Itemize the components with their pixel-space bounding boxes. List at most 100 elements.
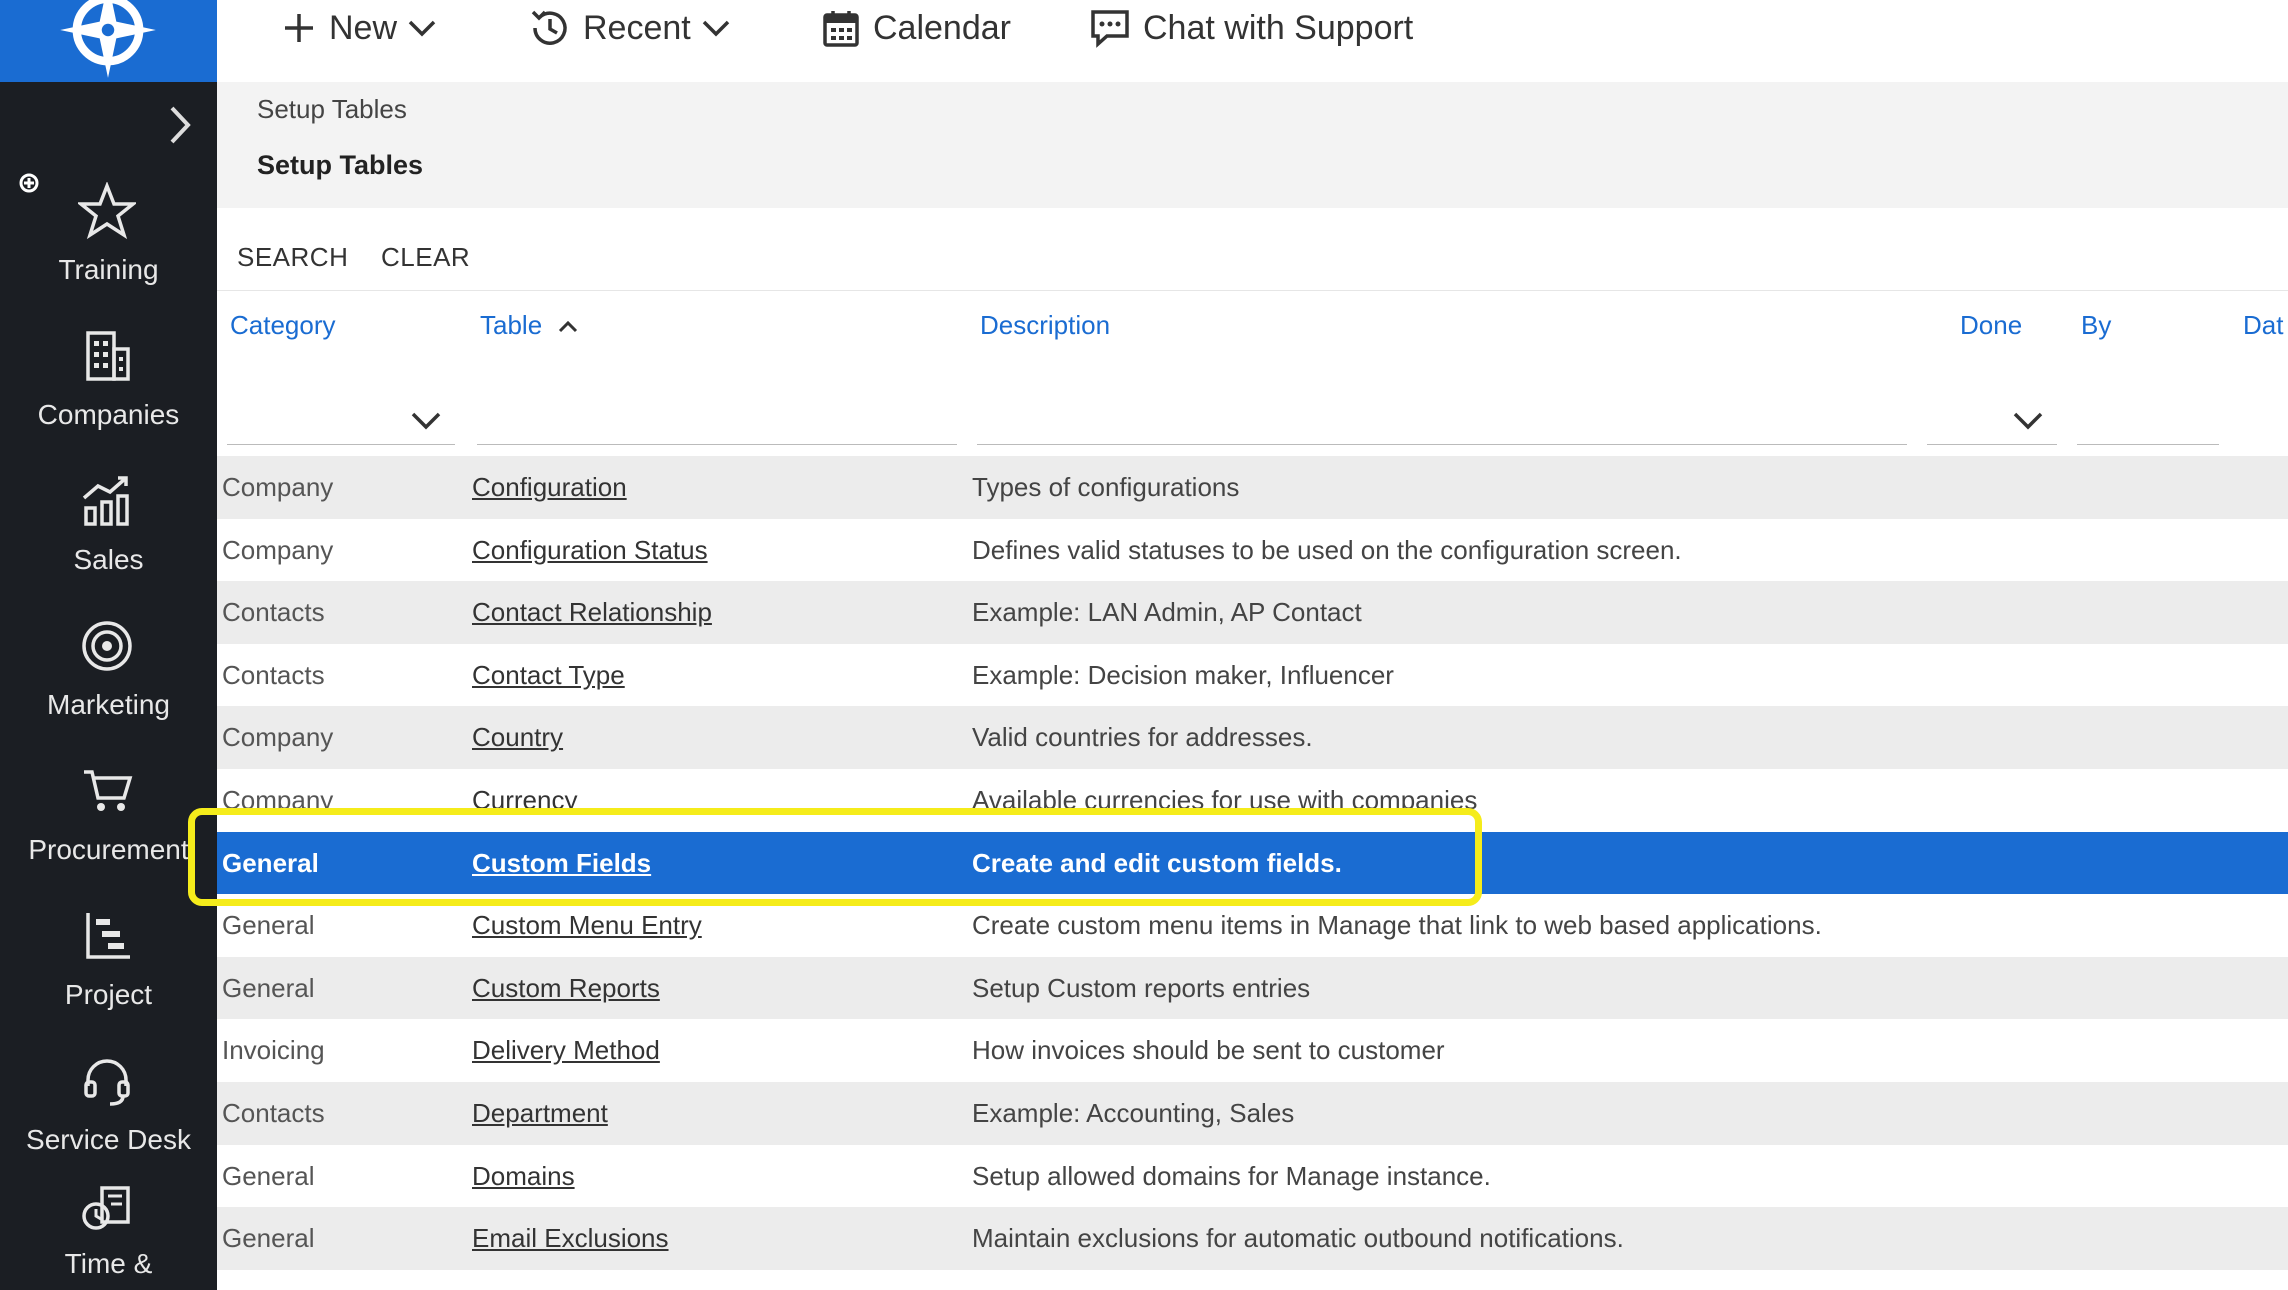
row-description: Example: Accounting, Sales [972, 1097, 1295, 1128]
row-table-link[interactable]: Delivery Method [472, 1019, 660, 1081]
row-table-link[interactable]: Domains [472, 1145, 575, 1207]
sidebar-item-project[interactable]: Project [0, 907, 217, 1052]
sidebar-item-service-desk[interactable]: Service Desk [0, 1052, 217, 1197]
row-description: Defines valid statuses to be used on the… [972, 534, 1682, 565]
column-header-by[interactable]: By [2081, 310, 2111, 341]
breadcrumb: Setup Tables Setup Tables [217, 82, 2288, 208]
column-header-category[interactable]: Category [230, 310, 336, 341]
column-header-table-label: Table [480, 310, 543, 340]
column-header-done[interactable]: Done [1960, 310, 2022, 341]
sort-ascending-icon [559, 320, 578, 333]
table-row[interactable]: Contacts Contact Type Example: Decision … [217, 643, 2288, 707]
sidebar-item-label: Project [64, 979, 153, 1010]
row-category: General [222, 847, 319, 878]
description-filter-input[interactable] [977, 404, 1911, 446]
row-table-link[interactable]: Custom Reports [472, 957, 660, 1019]
recent-menu-label: Recent [583, 8, 691, 47]
row-description: Example: LAN Admin, AP Contact [972, 597, 1362, 628]
chat-icon [1091, 10, 1129, 48]
app-logo[interactable] [0, 0, 217, 82]
row-description: Setup Custom reports entries [972, 972, 1311, 1003]
row-category: Contacts [222, 1097, 325, 1128]
table-row[interactable]: Company Configuration Status Defines val… [217, 518, 2288, 582]
star-icon [78, 182, 136, 240]
breadcrumb-parent-link[interactable]: Setup Tables [257, 94, 407, 125]
row-category: Invoicing [222, 1035, 325, 1066]
page-title: Setup Tables [257, 150, 424, 180]
chevron-right-icon [170, 106, 191, 144]
table-row[interactable]: General Custom Menu Entry Create custom … [217, 894, 2288, 957]
table-row[interactable]: Invoicing Delivery Method How invoices s… [217, 1019, 2288, 1082]
history-icon [531, 10, 567, 45]
chevron-down-icon [408, 20, 436, 37]
calendar-icon [823, 11, 859, 47]
sidebar-item-time-expense[interactable]: Time & [0, 1180, 217, 1290]
table-row[interactable]: Company Configuration Types of configura… [217, 456, 2288, 519]
setup-tables-list: Company Configuration Types of configura… [217, 456, 2288, 1270]
table-row[interactable]: Company Currency Available currencies fo… [217, 768, 2288, 832]
project-list-icon [86, 913, 130, 959]
table-row[interactable]: Company Country Valid countries for addr… [217, 706, 2288, 769]
by-filter-input[interactable] [2077, 404, 2223, 446]
sidebar-item-label: Sales [73, 544, 144, 575]
table-row[interactable]: General Custom Reports Setup Custom repo… [217, 956, 2288, 1020]
chat-support-button[interactable]: Chat with Support [1089, 0, 1413, 56]
column-header-table[interactable]: Table [480, 310, 579, 341]
top-bar: New Recent Calendar Chat with Support [217, 0, 2288, 82]
sidebar-item-sales[interactable]: Sales [0, 472, 217, 617]
table-row[interactable]: Contacts Department Example: Accounting,… [217, 1081, 2288, 1145]
table-row-selected[interactable]: General Custom Fields Create and edit cu… [217, 831, 2288, 895]
done-filter-select[interactable] [1927, 404, 2057, 445]
sidebar-item-label: Training [58, 254, 159, 285]
row-description: Create and edit custom fields. [972, 847, 1342, 878]
table-row[interactable]: Contacts Contact Relationship Example: L… [217, 581, 2288, 644]
sidebar-item-marketing[interactable]: Marketing [0, 617, 217, 762]
row-table-link[interactable]: Email Exclusions [472, 1207, 669, 1269]
row-table-link[interactable]: Currency [472, 769, 577, 831]
row-table-link[interactable]: Country [472, 706, 563, 768]
category-filter-select[interactable] [227, 404, 455, 445]
action-bar: SEARCH CLEAR [217, 208, 2288, 291]
row-description: Available currencies for use with compan… [972, 784, 1478, 815]
calendar-button[interactable]: Calendar [821, 0, 1011, 56]
row-category: Company [222, 472, 334, 502]
row-table-link[interactable]: Contact Relationship [472, 581, 712, 643]
sidebar-item-procurement[interactable]: Procurement [0, 762, 217, 907]
row-category: Company [222, 784, 334, 815]
row-category: General [222, 1223, 315, 1254]
table-header: Category Table Description Done By Dat [217, 290, 2288, 370]
row-table-link[interactable]: Department [472, 1082, 608, 1144]
column-header-date[interactable]: Dat [2243, 310, 2283, 341]
headset-icon [84, 1059, 130, 1106]
recent-menu-button[interactable]: Recent [527, 0, 731, 56]
row-category: General [222, 1160, 315, 1191]
row-table-link[interactable]: Custom Menu Entry [472, 894, 702, 956]
row-category: Company [222, 534, 334, 565]
filter-row [217, 370, 2288, 456]
row-table-link[interactable]: Configuration Status [472, 519, 708, 581]
new-menu-label: New [329, 8, 398, 47]
row-category: General [222, 910, 315, 941]
table-row[interactable]: General Email Exclusions Maintain exclus… [217, 1207, 2288, 1270]
clear-button[interactable]: CLEAR [381, 242, 470, 273]
table-row[interactable]: General Domains Setup allowed domains fo… [217, 1144, 2288, 1208]
table-filter-input[interactable] [477, 404, 961, 446]
sidebar-item-label: Companies [37, 399, 180, 430]
chevron-down-icon [411, 412, 441, 430]
sidebar: Training Companies Sales Marketing Procu… [0, 0, 217, 1290]
calendar-label: Calendar [873, 8, 1011, 47]
sidebar-item-training[interactable]: Training [0, 182, 217, 327]
sidebar-item-label: Procurement [28, 834, 189, 865]
row-description: Valid countries for addresses. [972, 722, 1313, 753]
row-table-link[interactable]: Custom Fields [472, 832, 651, 894]
search-button[interactable]: SEARCH [237, 242, 348, 273]
sidebar-expand-button[interactable] [160, 100, 200, 150]
new-menu-button[interactable]: New [281, 0, 437, 56]
cart-icon [84, 770, 133, 811]
row-description: Create custom menu items in Manage that … [972, 910, 1822, 941]
column-header-description[interactable]: Description [980, 310, 1110, 341]
sidebar-item-companies[interactable]: Companies [0, 327, 217, 472]
row-description: Example: Decision maker, Influencer [972, 659, 1394, 690]
row-table-link[interactable]: Configuration [472, 456, 627, 518]
row-table-link[interactable]: Contact Type [472, 644, 625, 706]
